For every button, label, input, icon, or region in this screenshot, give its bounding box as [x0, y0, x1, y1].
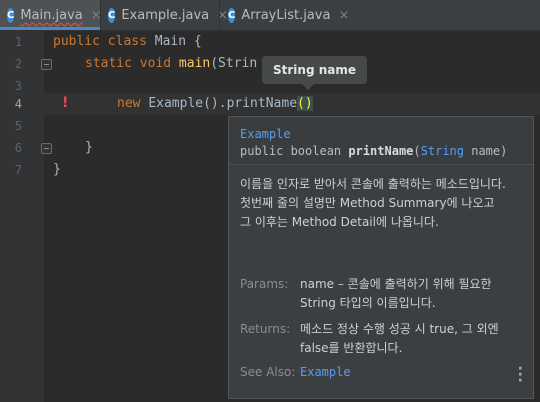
code-paren-close: ) [304, 96, 313, 111]
doc-param-type-link[interactable]: String [421, 144, 464, 158]
line-number: 2 [14, 57, 22, 71]
code-line[interactable]: } [53, 159, 61, 181]
tooltip-arrow [302, 84, 314, 90]
doc-header: Example public boolean printName(String … [229, 117, 533, 165]
code-line[interactable]: public class Main { [53, 31, 202, 53]
close-icon[interactable]: × [338, 8, 349, 23]
java-class-icon: C [108, 7, 116, 23]
line-number: 7 [14, 163, 22, 177]
tab-label: Main.java [20, 7, 83, 23]
fold-marker-icon[interactable] [41, 59, 52, 70]
tab-label: Example.java [121, 7, 210, 23]
doc-signature-method: printName [348, 144, 414, 158]
code-text: Main { [154, 34, 202, 49]
doc-returns-value: 메소드 정상 수행 성공 시 true, 그 외엔 false를 반환합니다. [300, 322, 499, 355]
doc-params-value: name – 콘솔에 출력하기 위해 필요한 String 타입의 이름입니다. [300, 277, 492, 310]
line-number: 1 [14, 35, 22, 49]
doc-class-link[interactable]: Example [240, 127, 291, 141]
doc-see-also-label: See Also: [240, 365, 296, 379]
code-paren-open: ( [297, 96, 305, 111]
code-method-name: main [178, 56, 211, 71]
java-class-icon: C [7, 7, 15, 23]
fold-marker-icon[interactable] [41, 143, 52, 154]
code-keyword: new [117, 96, 149, 111]
code-text: Example().printName [148, 96, 298, 111]
line-number: 6 [14, 141, 22, 155]
tab-arraylist-java[interactable]: C ArrayList.java × [220, 0, 349, 30]
doc-signature: public boolean printName(String name) [240, 144, 507, 158]
tab-label: ArrayList.java [241, 7, 331, 23]
line-number: 4 [14, 97, 22, 111]
doc-see-also-link[interactable]: Example [300, 363, 510, 382]
code-line[interactable]: new Example().printName() [117, 93, 313, 115]
more-options-icon[interactable]: · · · [518, 362, 523, 388]
quick-documentation-popup: Example public boolean printName(String … [228, 116, 534, 399]
parameter-hint-tooltip: String name [262, 56, 368, 84]
doc-params-label: Params: [240, 277, 289, 291]
code-keyword: static void [85, 56, 179, 71]
doc-description: 이름을 인자로 받아서 콘솔에 출력하는 메소드입니다. 첫번째 줄의 설명만 … [240, 177, 506, 229]
code-text: (Strin [210, 56, 258, 71]
doc-signature-modifiers: public boolean [240, 144, 349, 158]
editor-tab-bar: C Main.java × C Example.java × C ArrayLi… [0, 0, 540, 31]
code-line[interactable]: static void main(Strin [85, 53, 257, 75]
doc-signature-param: name) [464, 144, 508, 158]
doc-signature-open: ( [413, 144, 421, 158]
java-class-icon: C [228, 7, 236, 23]
tab-example-java[interactable]: C Example.java × [101, 0, 228, 30]
doc-returns-label: Returns: [240, 322, 291, 336]
tab-main-java[interactable]: C Main.java × [0, 0, 102, 30]
code-line[interactable]: } [85, 137, 93, 159]
error-bulb-icon[interactable]: ! [62, 95, 68, 111]
code-keyword: public class [53, 34, 155, 49]
line-number: 5 [14, 119, 22, 133]
